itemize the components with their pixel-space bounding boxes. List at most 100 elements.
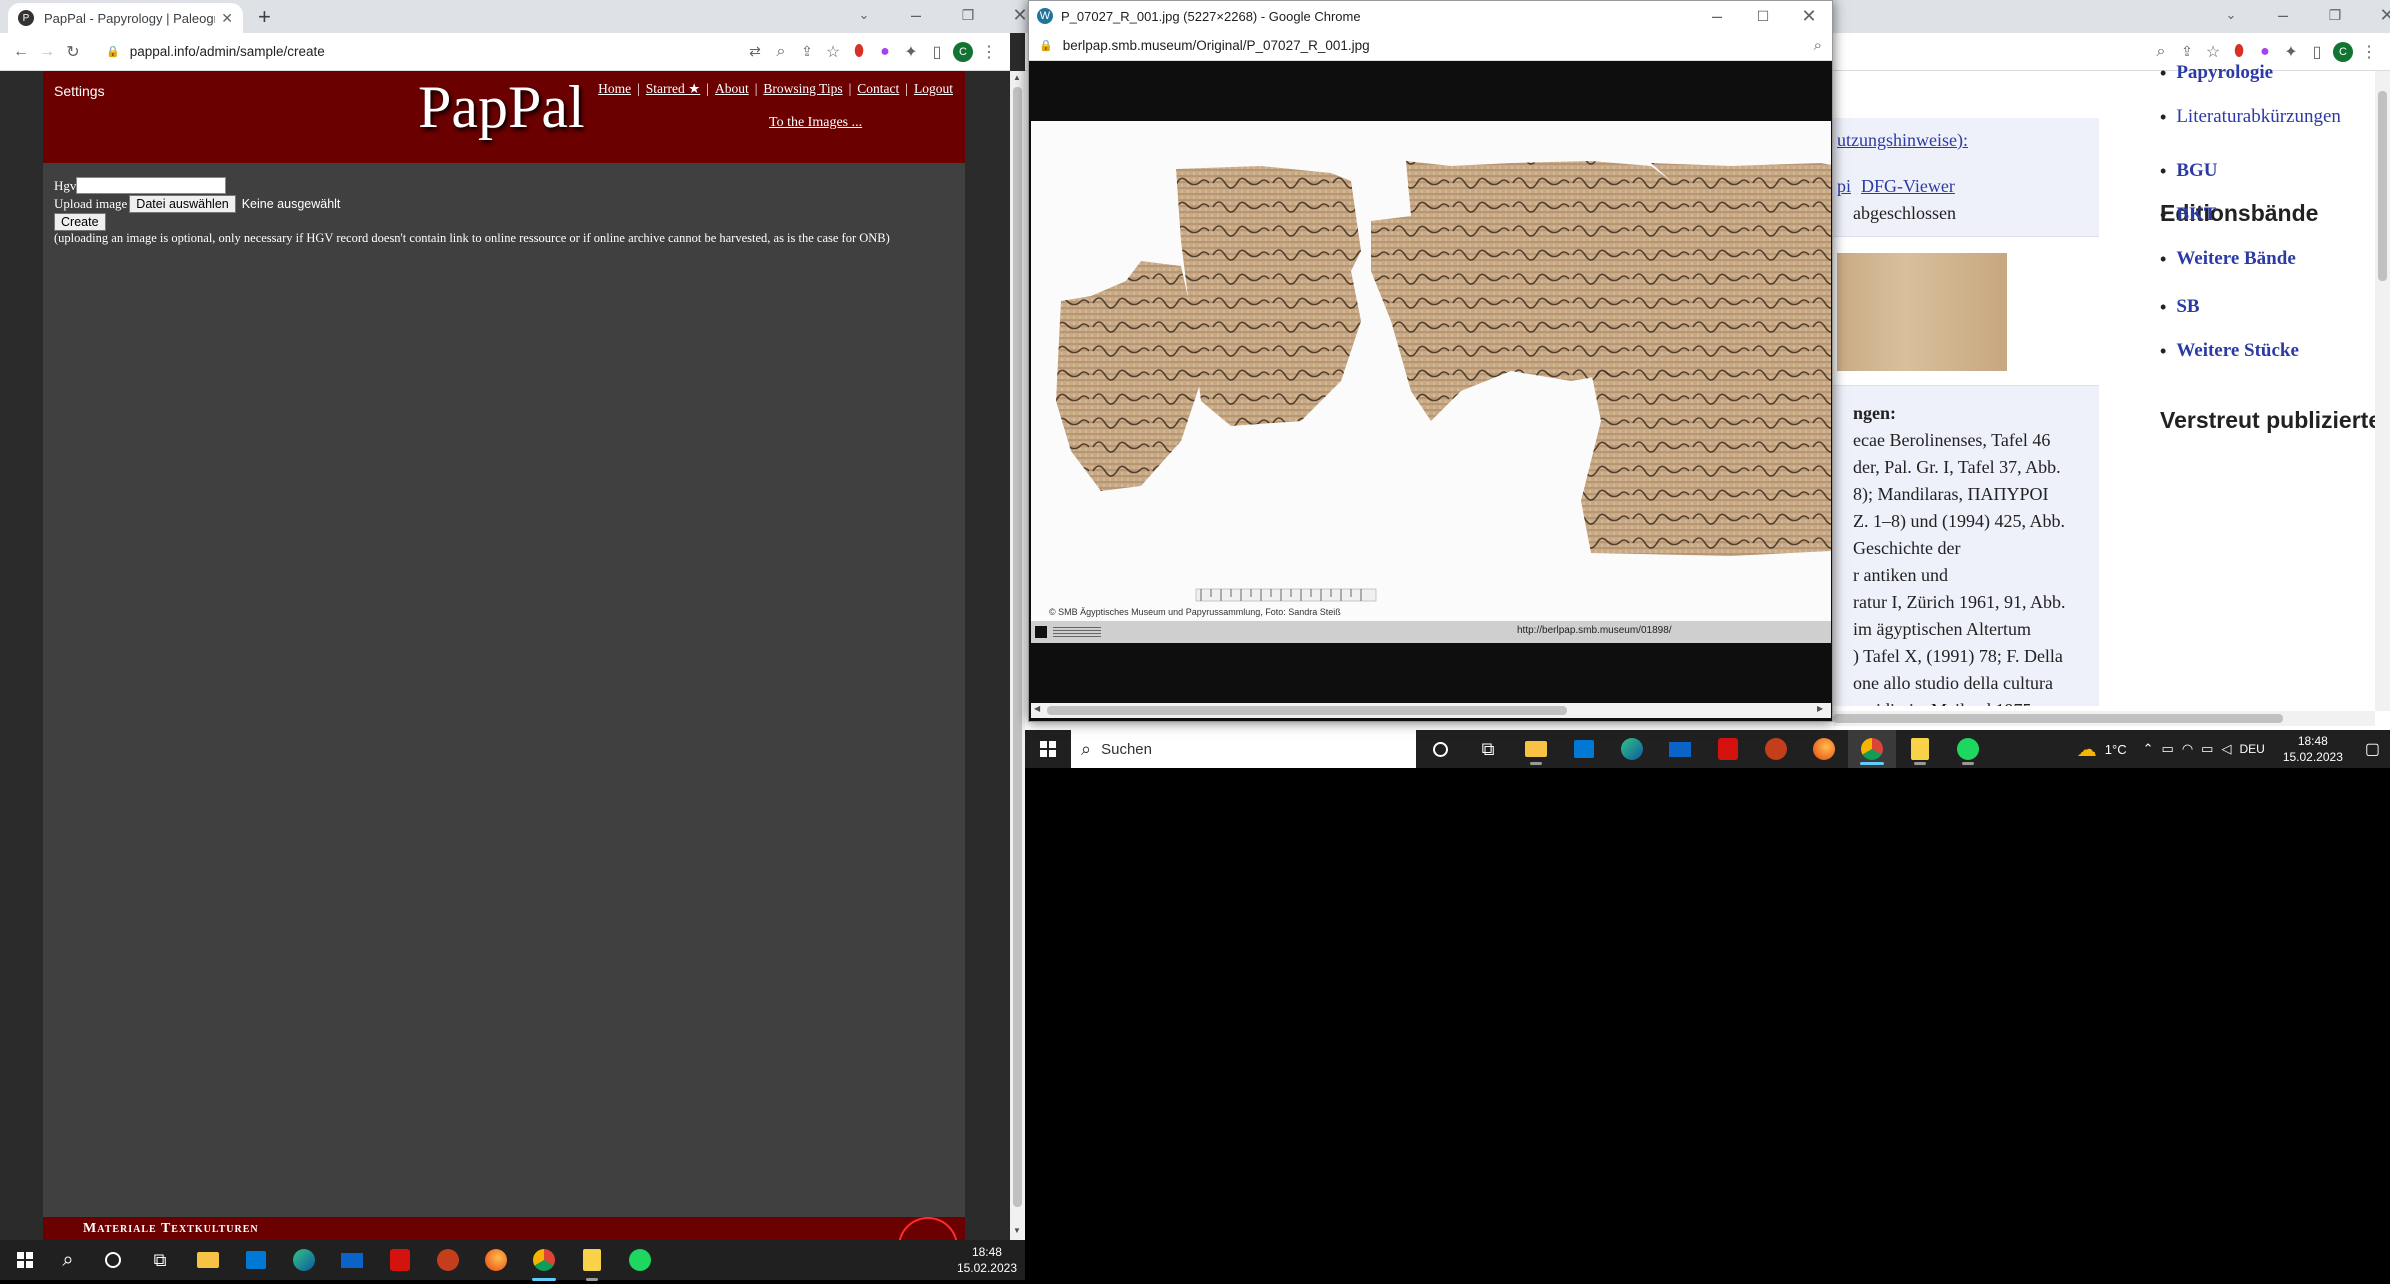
right-clock[interactable]: 18:48 15.02.2023 [2283, 733, 2343, 765]
left-address-bar[interactable]: 🔒 pappal.info/admin/sample/create [94, 36, 734, 67]
powerpoint-icon[interactable] [424, 1236, 472, 1284]
weather-icon[interactable]: ☁ [2077, 737, 2097, 762]
right-extension-red-icon[interactable]: ⬮ [2226, 39, 2252, 65]
volume-icon[interactable]: ◁ [2221, 741, 2231, 757]
right-share-icon[interactable]: ⇪ [2174, 39, 2200, 65]
close-tab-icon[interactable]: ✕ [221, 10, 233, 27]
windows-start-icon[interactable] [4, 1236, 46, 1284]
nav-link[interactable]: About [715, 81, 749, 97]
right-task-view-icon[interactable]: ⧉ [1464, 730, 1512, 768]
cortana-icon[interactable] [90, 1236, 136, 1284]
sidebar-link-item[interactable]: • BGU [2160, 160, 2218, 182]
tray-chevron-up-icon[interactable]: ⌃ [2143, 741, 2154, 757]
image-footer-link[interactable]: http://berlpap.smb.museum/01898/ [1517, 625, 1672, 636]
scroll-up-arrow-icon[interactable]: ▲ [1013, 73, 1021, 82]
popup-zoom-icon[interactable]: ⌕ [1814, 37, 1822, 54]
extension-red-icon[interactable]: ⬮ [846, 39, 872, 65]
task-view-icon[interactable]: ⧉ [136, 1236, 184, 1284]
right-close-icon[interactable]: ✕ [2361, 0, 2390, 30]
popup-minimize-icon[interactable]: – [1694, 1, 1740, 31]
right-vertical-scrollbar[interactable] [2375, 71, 2390, 711]
taskbar-search-box[interactable]: ⌕ Suchen [1071, 730, 1416, 768]
right-spotify-icon[interactable] [1944, 730, 1992, 768]
sidebar-link[interactable]: BKT [2176, 204, 2216, 226]
nav-link[interactable]: Contact [857, 81, 899, 97]
minimize-icon[interactable]: – [890, 0, 942, 30]
file-explorer-icon[interactable] [184, 1236, 232, 1284]
notifications-icon[interactable]: ▢ [2365, 739, 2380, 759]
sidebar-link-item[interactable]: • Literaturabkürzungen [2160, 106, 2341, 128]
right-bookmark-star-icon[interactable]: ☆ [2200, 39, 2226, 65]
scroll-down-arrow-icon[interactable]: ▼ [1013, 1226, 1021, 1235]
settings-link[interactable]: Settings [54, 83, 105, 99]
notepad-icon[interactable] [568, 1236, 616, 1284]
pappal-logo[interactable]: PapPal [418, 73, 585, 142]
right-extension-purple-icon[interactable]: ● [2252, 39, 2278, 65]
zoom-icon[interactable]: ⌕ [768, 39, 794, 65]
translate-icon[interactable]: ⇄ [742, 39, 768, 65]
weather-temp[interactable]: 1°C [2105, 742, 2127, 757]
popup-address-bar[interactable]: 🔒 berlpap.smb.museum/Original/P_07027_R_… [1029, 31, 1832, 61]
popup-horizontal-scrollbar[interactable]: ◀ ▶ [1031, 703, 1831, 718]
extension-purple-icon[interactable]: ● [872, 39, 898, 65]
papyrus-thumbnail[interactable] [1837, 253, 2007, 371]
sidebar-link[interactable]: Weitere Bände [2176, 248, 2295, 270]
sidebar-link[interactable]: Weitere Stücke [2176, 340, 2299, 362]
popup-hscroll-thumb[interactable] [1047, 706, 1567, 715]
create-button[interactable]: Create [54, 213, 106, 231]
right-acrobat-icon[interactable] [1704, 730, 1752, 768]
new-tab-button[interactable]: + [258, 4, 271, 30]
right-minimize-icon[interactable]: – [2257, 0, 2309, 30]
reload-icon[interactable]: ↻ [60, 39, 86, 65]
extensions-puzzle-icon[interactable]: ✦ [898, 39, 924, 65]
right-menu-dots-icon[interactable]: ⋮ [2356, 39, 2382, 65]
right-firefox-icon[interactable] [1800, 730, 1848, 768]
sidebar-link[interactable]: SB [2176, 296, 2199, 318]
right-notepad-icon[interactable] [1896, 730, 1944, 768]
spotify-icon[interactable] [616, 1236, 664, 1284]
chevron-down-icon[interactable]: ⌄ [838, 0, 890, 30]
popup-maximize-icon[interactable]: ☐ [1740, 1, 1786, 31]
firefox-icon[interactable] [472, 1236, 520, 1284]
sidebar-link-item[interactable]: • Weitere Stücke [2160, 340, 2299, 362]
hgv-input[interactable] [76, 177, 227, 194]
language-indicator[interactable]: DEU [2239, 742, 2264, 756]
file-choose-button[interactable]: Datei auswählen [129, 195, 236, 213]
dfg-viewer-link[interactable]: DFG-Viewer [1861, 176, 1955, 197]
right-edge-icon[interactable] [1608, 730, 1656, 768]
right-chrome-icon[interactable] [1848, 730, 1896, 768]
right-restore-icon[interactable]: ❐ [2309, 0, 2361, 30]
chrome-icon[interactable] [520, 1236, 568, 1284]
left-clock[interactable]: 18:48 15.02.2023 [957, 1244, 1017, 1276]
restore-icon[interactable]: ❐ [942, 0, 994, 30]
nav-link[interactable]: Home [598, 81, 631, 97]
popup-close-icon[interactable]: ✕ [1786, 1, 1832, 31]
right-hscroll-thumb[interactable] [1833, 714, 2283, 723]
right-extensions-puzzle-icon[interactable]: ✦ [2278, 39, 2304, 65]
menu-dots-icon[interactable]: ⋮ [976, 39, 1002, 65]
mail-icon[interactable] [328, 1236, 376, 1284]
nav-link[interactable]: Starred ★ [646, 81, 700, 97]
right-file-explorer-icon[interactable] [1512, 730, 1560, 768]
right-horizontal-scrollbar[interactable] [1833, 711, 2375, 726]
profile-avatar[interactable]: C [950, 39, 976, 65]
right-mail-icon[interactable] [1656, 730, 1704, 768]
sidebar-link[interactable]: BGU [2176, 160, 2217, 182]
back-icon[interactable]: ← [8, 39, 34, 65]
right-sidepanel-icon[interactable]: ▯ [2304, 39, 2330, 65]
to-images-link[interactable]: To the Images ... [769, 115, 862, 131]
bookmark-star-icon[interactable]: ☆ [820, 39, 846, 65]
nav-link[interactable]: Logout [914, 81, 953, 97]
sidebar-link-item[interactable]: • Weitere Bände [2160, 248, 2296, 270]
edge-icon[interactable] [280, 1236, 328, 1284]
sidebar-link[interactable]: Papyrologie [2176, 62, 2273, 84]
scroll-thumb[interactable] [1013, 87, 1022, 1207]
right-vscroll-thumb[interactable] [2378, 91, 2387, 281]
right-zoom-icon[interactable]: ⌕ [2148, 39, 2174, 65]
usage-notes-link-fragment[interactable]: utzungshinweise): [1837, 130, 1968, 151]
acrobat-icon[interactable] [376, 1236, 424, 1284]
pi-link[interactable]: pi [1837, 176, 1851, 197]
forward-icon[interactable]: → [34, 39, 60, 65]
search-icon[interactable]: ⌕ [46, 1236, 90, 1284]
popup-scroll-left-icon[interactable]: ◀ [1034, 704, 1040, 713]
